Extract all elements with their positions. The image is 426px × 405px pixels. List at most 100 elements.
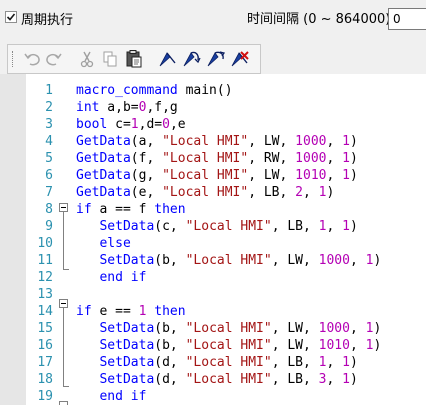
cut-button[interactable] bbox=[76, 49, 98, 69]
code-token: "Local HMI" bbox=[185, 321, 272, 336]
code-token: SetData bbox=[99, 355, 155, 370]
line-number: 16 bbox=[37, 338, 53, 353]
code-token: e == bbox=[91, 304, 139, 319]
bookmark-next-icon bbox=[183, 51, 201, 67]
code-token: , bbox=[326, 219, 343, 234]
code-token: 1010 bbox=[295, 168, 327, 183]
code-token: , LW, bbox=[271, 321, 319, 336]
paste-button[interactable] bbox=[123, 49, 145, 69]
code-token: macro_command bbox=[76, 83, 178, 98]
code-line[interactable]: 4 GetData(a, "Local HMI", LW, 1000, 1) bbox=[0, 133, 426, 150]
code-token: GetData bbox=[76, 151, 131, 166]
code-token: (b, bbox=[154, 338, 186, 353]
code-line[interactable]: 7 GetData(e, "Local HMI", LB, 2, 1) bbox=[0, 184, 426, 201]
line-code: if e == 1 then bbox=[76, 303, 186, 320]
toolbar-grip[interactable] bbox=[12, 51, 15, 67]
code-line[interactable]: 3 bool c=1,d=0,e bbox=[0, 116, 426, 133]
code-token: int bbox=[76, 100, 100, 115]
code-token: ) bbox=[349, 168, 358, 183]
code-token: 1 bbox=[130, 117, 139, 132]
code-line[interactable]: 1 macro_command main() bbox=[0, 82, 426, 99]
code-token: (b, bbox=[154, 253, 186, 268]
periodic-checkbox[interactable] bbox=[5, 11, 17, 23]
undo-button[interactable] bbox=[21, 49, 43, 69]
code-line[interactable]: 12 end if bbox=[0, 269, 426, 286]
code-token: , LW, bbox=[271, 253, 319, 268]
code-token: 1000 bbox=[318, 321, 350, 336]
line-number: 3 bbox=[45, 117, 53, 132]
code-token: SetData bbox=[99, 338, 155, 353]
code-token: ) bbox=[373, 321, 382, 336]
line-number: 8 bbox=[45, 202, 53, 217]
clear-bookmarks-button[interactable] bbox=[229, 49, 251, 69]
interval-label: 时间间隔 (0 ~ 864000) : bbox=[247, 12, 399, 27]
code-token: 1 bbox=[342, 134, 350, 149]
line-number: 14 bbox=[37, 304, 53, 319]
code-token: end if bbox=[99, 389, 147, 404]
next-bookmark-button[interactable] bbox=[181, 49, 203, 69]
code-token: (f, bbox=[130, 151, 163, 166]
code-token: SetData bbox=[99, 372, 155, 387]
line-code: GetData(g, "Local HMI", LW, 1010, 1) bbox=[76, 167, 358, 184]
code-token: 1 bbox=[342, 219, 350, 234]
toggle-bookmark-button[interactable] bbox=[157, 49, 179, 69]
code-token: ) bbox=[349, 134, 358, 149]
line-code: GetData(f, "Local HMI", RW, 1000, 1) bbox=[76, 150, 358, 167]
code-token: 1000 bbox=[295, 151, 327, 166]
redo-icon bbox=[46, 53, 62, 66]
code-line[interactable]: 2 int a,b=0,f,g bbox=[0, 99, 426, 116]
code-token: if bbox=[76, 202, 92, 217]
line-code: if a == f then bbox=[76, 201, 186, 218]
line-code: bool c=1,d=0,e bbox=[76, 116, 186, 133]
code-token: , bbox=[349, 338, 366, 353]
code-line[interactable]: 5 GetData(f, "Local HMI", RW, 1000, 1) bbox=[0, 150, 426, 167]
code-token: SetData bbox=[99, 321, 155, 336]
code-token: ,d= bbox=[138, 117, 163, 132]
bookmark-prev-icon bbox=[207, 51, 226, 67]
bookmark-toggle-icon bbox=[159, 52, 176, 67]
line-code: end if bbox=[76, 269, 146, 286]
copy-button[interactable] bbox=[99, 49, 121, 69]
line-code: SetData(b, "Local HMI", LW, 1000, 1) bbox=[76, 320, 381, 337]
line-number: 4 bbox=[45, 134, 53, 149]
code-token: , LB, bbox=[271, 219, 319, 234]
code-token: (e, bbox=[130, 185, 163, 200]
code-token: else bbox=[99, 236, 131, 251]
line-number: 12 bbox=[37, 270, 53, 285]
code-token: if bbox=[76, 304, 92, 319]
code-token: , bbox=[326, 372, 343, 387]
fold-toggle-if-14[interactable] bbox=[59, 299, 68, 308]
code-token: a,b= bbox=[99, 100, 139, 115]
code-token: , RW, bbox=[248, 151, 296, 166]
code-token: 2 bbox=[295, 185, 303, 200]
code-token: SetData bbox=[99, 253, 155, 268]
checkmark-icon bbox=[6, 13, 16, 21]
code-token: bool bbox=[76, 117, 108, 132]
code-token: ) bbox=[349, 219, 358, 234]
line-number: 5 bbox=[45, 151, 53, 166]
line-number: 2 bbox=[45, 100, 53, 115]
code-token: , LW, bbox=[248, 134, 296, 149]
line-number: 17 bbox=[37, 355, 53, 370]
periodic-label[interactable]: 周期执行 bbox=[21, 13, 73, 28]
code-token: (c, bbox=[154, 219, 186, 234]
redo-button[interactable] bbox=[43, 49, 65, 69]
code-token: , bbox=[303, 185, 319, 200]
code-token: (d, bbox=[154, 372, 186, 387]
code-editor[interactable]: 1 macro_command main() 2 int a,b=0,f,g 3 bool… bbox=[0, 74, 426, 405]
interval-input[interactable] bbox=[388, 8, 426, 30]
code-line[interactable]: 6 GetData(g, "Local HMI", LW, 1010, 1) bbox=[0, 167, 426, 184]
code-token: , bbox=[349, 253, 366, 268]
fold-toggle-if-20[interactable] bbox=[59, 401, 68, 405]
line-code: GetData(a, "Local HMI", LW, 1000, 1) bbox=[76, 133, 358, 150]
code-token: ) bbox=[373, 338, 382, 353]
fold-toggle-if-8[interactable] bbox=[59, 203, 68, 212]
line-number: 19 bbox=[37, 389, 53, 404]
code-token: a == f bbox=[91, 202, 155, 217]
code-line[interactable] bbox=[0, 74, 426, 82]
previous-bookmark-button[interactable] bbox=[205, 49, 227, 69]
